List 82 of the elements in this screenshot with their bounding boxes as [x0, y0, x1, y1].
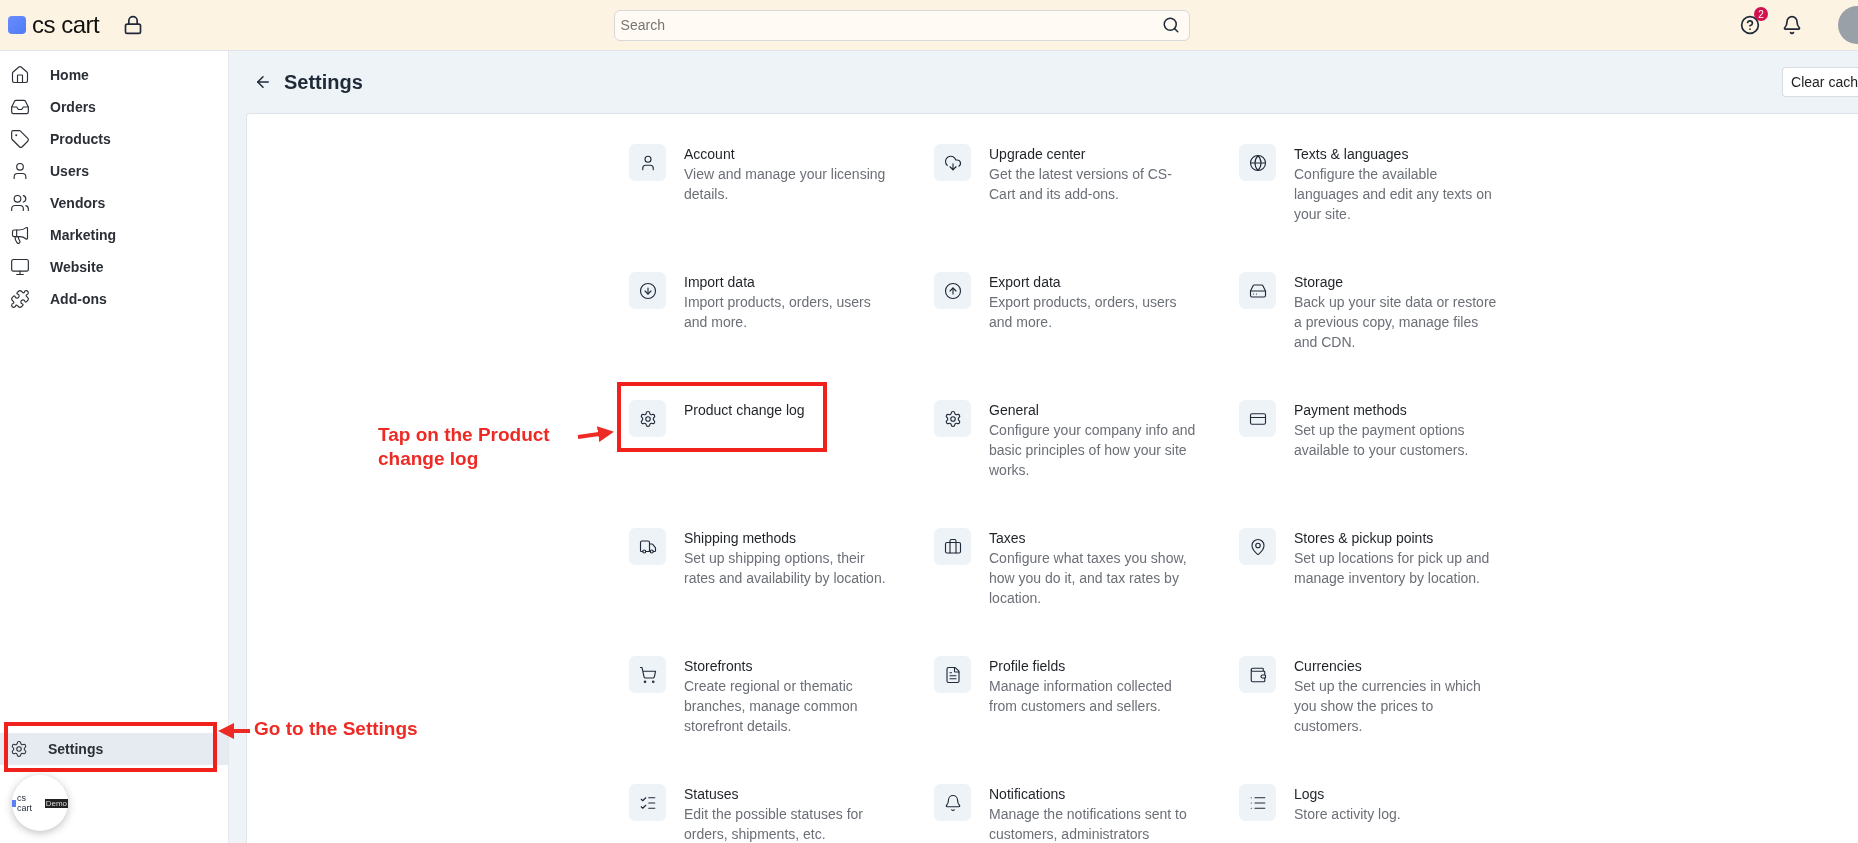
- setting-title[interactable]: Taxes: [989, 528, 1197, 548]
- setting-title[interactable]: Stores & pickup points: [1294, 528, 1502, 548]
- bell-icon[interactable]: [1782, 15, 1802, 35]
- setting-title[interactable]: Notifications: [989, 784, 1197, 804]
- setting-icon[interactable]: [1239, 144, 1276, 181]
- annotation-arrow: [218, 723, 250, 739]
- annotation-arrow: [577, 426, 614, 443]
- setting-description: Back up your site data or restore a previous copy, manage files and CDN.: [1294, 293, 1498, 352]
- setting-description: Configure your company info and basic principles of how your site works.: [989, 421, 1197, 480]
- setting-icon[interactable]: [629, 656, 666, 693]
- nav-icon: [10, 289, 30, 309]
- setting-description: View and manage your licensing details.: [684, 165, 887, 204]
- setting-icon[interactable]: [629, 272, 666, 309]
- nav-icon: [10, 97, 30, 117]
- brand-logo[interactable]: cs cart Demo: [12, 775, 68, 831]
- setting-icon[interactable]: [629, 400, 666, 437]
- nav-item[interactable]: Add-ons: [0, 283, 228, 315]
- setting-description: Configure the available languages and edit any texts on your site.: [1294, 165, 1493, 224]
- setting-icon[interactable]: [934, 400, 971, 437]
- nav-item[interactable]: Settings: [0, 733, 228, 765]
- setting-title[interactable]: Profile fields: [989, 656, 1197, 676]
- lock-icon[interactable]: [123, 15, 144, 35]
- setting-title[interactable]: Statuses: [684, 784, 892, 804]
- nav-item[interactable]: Orders: [0, 91, 228, 123]
- setting-description: Edit the possible statuses for orders, shipments, etc.: [684, 805, 864, 843]
- setting-title[interactable]: Shipping methods: [684, 528, 892, 548]
- nav-icon: [10, 225, 30, 245]
- nav-icon: [10, 193, 30, 213]
- setting-title[interactable]: Currencies: [1294, 656, 1502, 676]
- setting-title[interactable]: General: [989, 400, 1197, 420]
- setting-icon[interactable]: [934, 656, 971, 693]
- setting-icon[interactable]: [1239, 528, 1276, 565]
- page-title: Settings: [284, 70, 363, 94]
- setting-icon[interactable]: [934, 784, 971, 821]
- setting-description: Set up shipping options, their rates and availability by location.: [684, 549, 887, 588]
- setting-description: Manage the notifications sent to customers, administrators: [989, 805, 1188, 843]
- setting-title[interactable]: Storefronts: [684, 656, 892, 676]
- setting-title[interactable]: Payment methods: [1294, 400, 1502, 420]
- setting-icon[interactable]: [934, 272, 971, 309]
- annotation-text: Tap on the Product change log: [378, 423, 551, 471]
- setting-description: Import products, orders, users and more.: [684, 293, 872, 332]
- setting-title[interactable]: Storage: [1294, 272, 1502, 292]
- nav-item[interactable]: Users: [0, 155, 228, 187]
- setting-description: Set up locations for pick up and manage inventory by location.: [1294, 549, 1491, 588]
- nav-item[interactable]: Vendors: [0, 187, 228, 219]
- setting-description: Set up the currencies in which you show the prices to customers.: [1294, 677, 1482, 736]
- setting-title[interactable]: Upgrade center: [989, 144, 1197, 164]
- nav-icon: [10, 257, 30, 277]
- back-icon[interactable]: [254, 73, 272, 91]
- setting-title[interactable]: Account: [684, 144, 892, 164]
- setting-icon[interactable]: [1239, 400, 1276, 437]
- setting-icon[interactable]: [934, 144, 971, 181]
- clear-cache-button[interactable]: Clear cach: [1782, 67, 1858, 97]
- setting-title[interactable]: Logs: [1294, 784, 1502, 804]
- search-field[interactable]: Search: [613, 9, 1190, 41]
- settings-icon: [10, 740, 28, 758]
- setting-icon[interactable]: [629, 528, 666, 565]
- help-icon[interactable]: [1740, 15, 1760, 35]
- nav-icon: [10, 65, 30, 85]
- setting-icon[interactable]: [934, 528, 971, 565]
- setting-title[interactable]: Texts & languages: [1294, 144, 1502, 164]
- setting-title[interactable]: Product change log: [684, 400, 892, 420]
- setting-description: Get the latest versions of CS-Cart and its add-ons.: [989, 165, 1173, 204]
- nav-icon: [10, 129, 30, 149]
- setting-description: Configure what taxes you show, how you do it, and tax rates by location.: [989, 549, 1188, 608]
- annotation-text: Go to the Settings: [254, 717, 419, 741]
- setting-description: Manage information collected from customers and sellers.: [989, 677, 1173, 716]
- nav-item[interactable]: Website: [0, 251, 228, 283]
- setting-description: Export products, orders, users and more.: [989, 293, 1178, 332]
- nav-item[interactable]: Products: [0, 123, 228, 155]
- setting-icon[interactable]: [629, 144, 666, 181]
- setting-title[interactable]: Export data: [989, 272, 1197, 292]
- nav-item[interactable]: Marketing: [0, 219, 228, 251]
- nav-item[interactable]: Home: [0, 59, 228, 91]
- setting-description: Set up the payment options available to your customers.: [1294, 421, 1470, 460]
- setting-description: Store activity log.: [1294, 805, 1402, 824]
- search-icon[interactable]: [1161, 15, 1180, 34]
- setting-description: Create regional or thematic branches, manage common storefront details.: [684, 677, 859, 736]
- setting-icon[interactable]: [1239, 656, 1276, 693]
- brand-logo[interactable]: cs cart: [8, 11, 100, 39]
- setting-title[interactable]: Import data: [684, 272, 892, 292]
- notification-badge: 2: [1754, 7, 1768, 21]
